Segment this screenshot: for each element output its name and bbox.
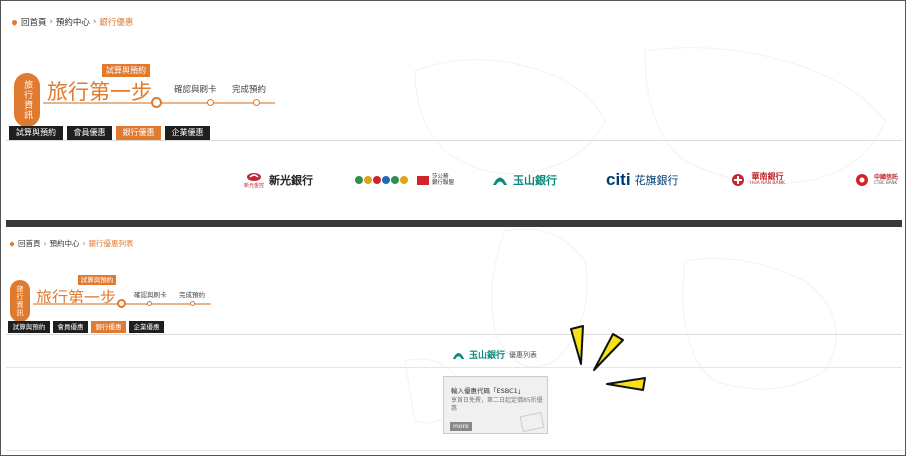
step-dot-active [151,97,162,108]
tab-calculate-book[interactable]: 試算與預約 [8,321,50,333]
tab-divider [6,140,902,141]
offer-card[interactable]: 輸入優惠代碼「ESBC1」 享首日免費，第二日起定價85折優惠 more [443,376,548,434]
travel-info-badge-2: 旅行資訊 [10,280,30,322]
bottom-divider [6,450,902,451]
more-button[interactable]: more [450,422,472,431]
list-divider [6,367,902,368]
breadcrumb-home[interactable]: 回首頁 [18,238,41,249]
union-red-icon [417,175,429,185]
step-label-3b: 完成預約 [179,291,205,299]
shinkong-emblem: 新光金控 [244,172,264,189]
union-text-line2: 銀行聯盟 [432,180,455,186]
ctbc-icon [856,174,868,186]
bank-logo-shinkong[interactable]: 新光金控 新光銀行 [244,163,313,197]
location-pin-icon [10,18,19,26]
offer-list-title: 優惠列表 [509,350,538,359]
bank-logo-ctbc[interactable]: 中國信託 CTBC BANK [855,163,898,197]
step-label-2: 確認與刷卡 [174,85,217,95]
screenshot-frame: 回首頁 › 預約中心 › 銀行優惠 旅行資訊 旅行第一步 試算與預約 確認與刷卡… [0,0,906,456]
breadcrumb-center[interactable]: 預約中心 [56,16,90,28]
tab-corporate-offers[interactable]: 企業優惠 [129,321,164,333]
huanan-en: HUA NAN BANK [750,180,785,186]
step-dot-3 [253,99,260,106]
chevron-right-icon: › [92,17,97,27]
tab-bank-offers[interactable]: 銀行優惠 [91,321,126,333]
breadcrumb: 回首頁 › 預約中心 › 銀行優惠 [10,16,134,28]
esun-name: 玉山銀行 [513,174,557,187]
huanan-icon [732,174,744,186]
step-label-3: 完成預約 [232,85,267,95]
breadcrumb-current: 銀行優惠列表 [88,239,134,248]
tab-member-offers[interactable]: 會員優惠 [53,321,88,333]
offer-code-text: 輸入優惠代碼「ESBC1」 [451,387,525,395]
tab-bar: 試算與預約 會員優惠 銀行優惠 企業優惠 [9,126,210,140]
breadcrumb-home[interactable]: 回首頁 [21,16,47,28]
step-tag-active: 試算與預約 [102,64,150,77]
citi-wordmark: citi [606,170,631,189]
chevron-right-icon: › [43,239,47,248]
bank-logo-huanan[interactable]: 華南銀行 HUA NAN BANK [731,163,785,197]
step-tag-active-2: 試算與預約 [78,275,116,285]
chevron-right-icon: › [49,17,53,27]
breadcrumb-center[interactable]: 預約中心 [50,238,80,249]
section-divider [6,220,902,227]
esun-icon [493,177,507,185]
bank-offer-header: 玉山銀行 優惠列表 [452,348,537,361]
card-decoration [519,411,545,433]
shinkong-sub-text: 新光金控 [244,182,265,189]
tab-bank-offers[interactable]: 銀行優惠 [116,126,161,140]
bank-logo-row: 新光金控 新光銀行 莎公務 銀行聯盟 玉山銀行 citi 花旗銀行 華南銀行 H… [241,163,905,197]
tab-member-offers[interactable]: 會員優惠 [67,126,112,140]
tab-bar-2: 試算與預約 會員優惠 銀行優惠 企業優惠 [8,321,164,333]
esun-icon [452,352,465,359]
ctbc-en: CTBC BANK [874,180,898,186]
travel-info-badge: 旅行資訊 [14,73,40,127]
bank-logo-citi[interactable]: citi 花旗銀行 [606,163,679,197]
step-label-2b: 確認與刷卡 [134,291,167,299]
bank-name: 玉山銀行 [469,351,506,361]
tab-divider-2 [6,334,902,335]
breadcrumb-2: 回首頁 › 預約中心 › 銀行優惠列表 [9,238,134,249]
chevron-right-icon: › [82,239,86,248]
offer-description: 享首日免費，第二日起定價85折優惠 [451,397,543,413]
tab-corporate-offers[interactable]: 企業優惠 [165,126,210,140]
step-dot-active-2 [117,299,126,308]
bank-logo-esun[interactable]: 玉山銀行 [492,163,557,197]
citi-name: 花旗銀行 [634,174,679,187]
shinkong-name: 新光銀行 [269,174,314,187]
bank-logo-union[interactable]: 莎公務 銀行聯盟 [354,163,454,197]
union-bank-icons [355,176,408,184]
emphasis-sparks-icon [570,325,646,391]
step-dot-3b [190,301,195,306]
step-dot-2 [207,99,214,106]
badge-text: 旅行資訊 [22,80,33,120]
breadcrumb-current: 銀行優惠 [99,18,134,28]
location-pin-icon [9,240,15,247]
step-dot-2b [147,301,152,306]
shinkong-icon [247,172,261,181]
tab-calculate-book[interactable]: 試算與預約 [9,126,63,140]
badge-text: 旅行資訊 [16,285,25,317]
